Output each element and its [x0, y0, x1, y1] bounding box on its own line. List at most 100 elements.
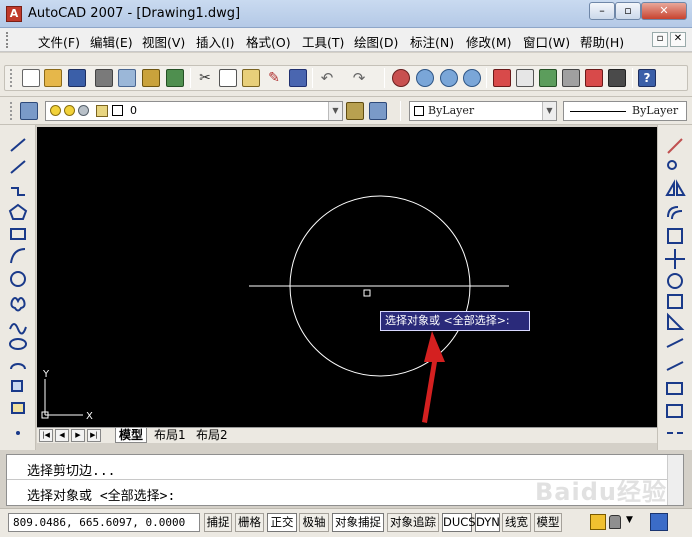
menu-format[interactable]: 格式(O) — [246, 32, 291, 51]
markup-icon[interactable] — [585, 69, 603, 87]
menu-grip[interactable] — [6, 32, 12, 48]
layers-toolbar: 0 ▼ ByLayer ▼ ByLayer — [0, 97, 692, 125]
lineweight-toggle[interactable]: 线宽 — [502, 513, 531, 532]
save-icon[interactable] — [68, 69, 86, 87]
command-history: 选择剪切边... — [27, 464, 116, 479]
menu-view[interactable]: 视图(V) — [142, 32, 185, 51]
coordinate-readout[interactable]: 809.0486, 665.6097, 0.0000 — [8, 513, 200, 532]
clean-screen-icon[interactable] — [650, 513, 668, 531]
snap-toggle[interactable]: 捕捉 — [204, 513, 232, 532]
communication-center-icon[interactable] — [590, 514, 606, 530]
rectangle-tool-icon — [10, 228, 26, 240]
polar-toggle[interactable]: 极轴 — [299, 513, 329, 532]
first-tab-button[interactable]: |◀ — [39, 429, 53, 442]
draw-toolbar — [0, 125, 36, 450]
menu-window[interactable]: 窗口(W) — [523, 32, 570, 51]
linetype-value: ByLayer — [632, 104, 679, 117]
layer-dropdown[interactable]: 0 ▼ — [45, 101, 343, 121]
last-tab-button[interactable]: ▶| — [87, 429, 101, 442]
color-value: ByLayer — [428, 104, 475, 117]
move-tool-icon — [665, 249, 685, 269]
prev-tab-button[interactable]: ◀ — [55, 429, 69, 442]
layer-lock-icon — [96, 105, 108, 117]
design-center-icon[interactable] — [516, 69, 534, 87]
menu-help[interactable]: 帮助(H) — [580, 32, 624, 51]
restore-button[interactable]: ▫ — [615, 2, 641, 20]
menu-file[interactable]: 文件(F) — [38, 32, 80, 51]
linetype-dropdown[interactable]: ByLayer — [563, 101, 687, 121]
block-editor-icon[interactable] — [289, 69, 307, 87]
erase-tool-icon — [667, 138, 683, 154]
zoom-previous-icon[interactable] — [463, 69, 481, 87]
offset-tool-icon — [667, 206, 683, 220]
doc-close-button[interactable]: ✕ — [670, 32, 686, 47]
layer-color-swatch — [112, 105, 123, 116]
undo-icon[interactable]: ↶ — [318, 69, 336, 87]
layer-manager-icon[interactable] — [20, 102, 38, 120]
model-space-toggle[interactable]: 模型 — [534, 513, 562, 532]
tab-layout1[interactable]: 布局1 — [151, 428, 189, 443]
command-scrollbar[interactable] — [667, 455, 683, 505]
layer-thaw-icon — [64, 105, 75, 116]
3d-dwf-icon[interactable] — [166, 69, 184, 87]
copy-tool-icon — [667, 160, 677, 170]
menu-edit[interactable]: 编辑(E) — [90, 32, 133, 51]
break-tool-icon — [666, 382, 683, 395]
layer-on-icon — [50, 105, 61, 116]
properties-icon[interactable] — [493, 69, 511, 87]
extend-tool-icon — [666, 361, 684, 371]
zoom-window-icon[interactable] — [440, 69, 458, 87]
close-button[interactable]: ✕ — [641, 2, 687, 20]
osnap-toggle[interactable]: 对象捕捉 — [332, 513, 384, 532]
otrack-toggle[interactable]: 对象追踪 — [387, 513, 439, 532]
color-dropdown[interactable]: ByLayer ▼ — [409, 101, 557, 121]
cut-icon[interactable]: ✂ — [196, 69, 214, 87]
menu-tools[interactable]: 工具(T) — [302, 32, 344, 51]
publish-icon[interactable] — [142, 69, 160, 87]
tab-model[interactable]: 模型 — [115, 428, 148, 443]
ortho-toggle[interactable]: 正交 — [267, 513, 297, 532]
ducs-toggle[interactable]: DUCS — [442, 513, 476, 532]
copy-icon[interactable] — [219, 69, 237, 87]
chevron-down-icon[interactable]: ▼ — [542, 102, 556, 120]
minimize-button[interactable]: – — [589, 2, 615, 20]
redo-icon[interactable]: ↷ — [350, 69, 368, 87]
menu-dimension[interactable]: 标注(N) — [410, 32, 454, 51]
new-file-icon[interactable] — [22, 69, 40, 87]
tab-layout2[interactable]: 布局2 — [193, 428, 231, 443]
menu-modify[interactable]: 修改(M) — [466, 32, 512, 51]
make-object-layer-current-icon[interactable] — [346, 102, 364, 120]
insert-block-tool-icon — [11, 380, 23, 392]
line-tool-icon — [10, 138, 26, 152]
open-folder-icon[interactable] — [44, 69, 62, 87]
zoom-realtime-icon[interactable] — [416, 69, 434, 87]
help-icon[interactable]: ? — [638, 69, 656, 87]
print-preview-icon[interactable] — [118, 69, 136, 87]
ucs-x-label: X — [86, 411, 93, 422]
print-icon[interactable] — [95, 69, 113, 87]
lock-icon[interactable] — [609, 515, 621, 529]
pan-realtime-icon[interactable] — [392, 69, 410, 87]
doc-restore-button[interactable]: ▫ — [652, 32, 668, 47]
menu-bar: 文件(F) 编辑(E) 视图(V) 插入(I) 格式(O) 工具(T) 绘图(D… — [0, 28, 692, 52]
tool-palettes-icon[interactable] — [539, 69, 557, 87]
sheet-set-icon[interactable] — [562, 69, 580, 87]
grid-toggle[interactable]: 栅格 — [235, 513, 264, 532]
next-tab-button[interactable]: ▶ — [71, 429, 85, 442]
layer-previous-icon[interactable] — [369, 102, 387, 120]
menu-insert[interactable]: 插入(I) — [196, 32, 234, 51]
baidu-watermark: Baidu经验 — [535, 478, 667, 506]
dyn-toggle[interactable]: DYN — [475, 513, 500, 532]
point-tool-icon — [16, 431, 20, 435]
paste-icon[interactable] — [242, 69, 260, 87]
chevron-down-icon[interactable]: ▼ — [328, 102, 342, 120]
command-prompt[interactable]: 选择对象或 <全部选择>: — [27, 485, 175, 504]
chevron-down-icon[interactable]: ▼ — [626, 515, 633, 525]
drawing-canvas[interactable]: Y X 选择对象或 <全部选择>: — [37, 127, 657, 427]
autocad-app-icon[interactable]: A — [6, 6, 22, 22]
calculator-icon[interactable] — [608, 69, 626, 87]
color-swatch — [414, 106, 424, 116]
match-properties-icon[interactable]: ✎ — [265, 69, 283, 87]
menu-draw[interactable]: 绘图(D) — [354, 32, 398, 51]
mirror-tool-icon — [665, 179, 686, 196]
